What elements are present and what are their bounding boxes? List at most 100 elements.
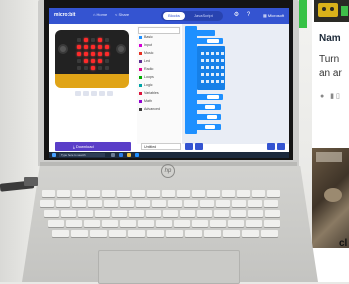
edge-icon[interactable] — [119, 153, 123, 157]
led-grid-cell[interactable] — [216, 66, 219, 69]
simulator-button-a[interactable] — [58, 44, 68, 54]
led-grid-cell[interactable] — [211, 52, 214, 55]
led-grid-cell[interactable] — [221, 66, 224, 69]
file-explorer-icon[interactable] — [127, 153, 131, 157]
keyboard-key — [136, 200, 150, 207]
taskbar-search-input[interactable]: Type here to search — [59, 153, 105, 157]
toolbox-item-variables[interactable]: Variables — [139, 91, 159, 96]
simulator-button-b[interactable] — [116, 44, 126, 54]
keyboard-key — [102, 190, 115, 197]
led-grid-cell[interactable] — [216, 73, 219, 76]
undo-button[interactable] — [185, 143, 193, 150]
project-name-input[interactable]: Untitled — [141, 143, 181, 150]
show-icon-block-2[interactable] — [185, 124, 221, 130]
zoom-out-button[interactable] — [267, 143, 275, 150]
keyboard-key — [248, 210, 263, 217]
toolbox-item-advanced[interactable]: Advanced — [139, 107, 160, 112]
led — [84, 45, 88, 49]
redo-button[interactable] — [195, 143, 203, 150]
led-grid-cell[interactable] — [216, 59, 219, 62]
led-grid-cell[interactable] — [201, 52, 204, 55]
toolbox-item-label: Led — [144, 59, 150, 63]
start-icon[interactable] — [52, 153, 56, 157]
led — [98, 45, 102, 49]
led-grid-cell[interactable] — [211, 80, 214, 83]
sim-mute-button[interactable] — [99, 91, 105, 96]
led-grid-cell[interactable] — [211, 73, 214, 76]
microsoft-label: Microsoft — [267, 13, 285, 18]
led-grid-cell[interactable] — [206, 73, 209, 76]
task-view-icon[interactable] — [111, 153, 115, 157]
sim-stop-button[interactable] — [75, 91, 81, 96]
toolbox-search-input[interactable] — [138, 27, 180, 34]
led-grid-cell[interactable] — [221, 59, 224, 62]
keyboard-key — [197, 210, 212, 217]
keyboard-key — [40, 200, 54, 207]
sim-slowmo-button[interactable] — [91, 91, 97, 96]
led-grid-cell[interactable] — [201, 59, 204, 62]
toolbox-item-label: Logic — [144, 83, 153, 87]
toolbox-item-input[interactable]: Input — [139, 43, 152, 48]
toolbox-item-radio[interactable]: Radio — [139, 67, 153, 72]
led-grid-cell[interactable] — [221, 73, 224, 76]
show-leds-block[interactable] — [185, 30, 215, 36]
pause-value-field-1[interactable] — [207, 39, 219, 43]
toolbox-item-math[interactable]: Math — [139, 99, 152, 104]
led — [105, 45, 109, 49]
toolbox-item-loops[interactable]: Loops — [139, 75, 154, 80]
led — [98, 52, 102, 56]
toolbox-item-music[interactable]: Music — [139, 51, 153, 56]
key-row — [42, 190, 280, 197]
led — [91, 52, 95, 56]
led-grid-cell[interactable] — [221, 80, 224, 83]
keyboard-key — [200, 200, 214, 207]
sim-fullscreen-button[interactable] — [107, 91, 113, 96]
javascript-mode-button[interactable]: JavaScript — [194, 12, 213, 20]
icon-dropdown-2[interactable] — [205, 125, 215, 129]
usb-plug — [24, 177, 38, 186]
pause-value-field-2[interactable] — [207, 95, 219, 99]
led — [91, 59, 95, 63]
microbit-logo[interactable]: micro:bit — [54, 12, 75, 18]
sim-restart-button[interactable] — [83, 91, 89, 96]
green-accent — [341, 6, 348, 16]
led-grid-cell[interactable] — [211, 59, 214, 62]
microsoft-account[interactable]: ▦ Microsoft — [263, 13, 284, 18]
led-grid-cell[interactable] — [216, 52, 219, 55]
toolbox-item-label: Math — [144, 99, 152, 103]
category-color-icon — [139, 107, 142, 111]
category-color-icon — [139, 43, 142, 47]
led-grid-cell[interactable] — [206, 80, 209, 83]
led-grid-cell[interactable] — [221, 52, 224, 55]
led-grid-cell[interactable] — [206, 66, 209, 69]
touchpad — [98, 250, 240, 284]
keyboard-key — [132, 190, 145, 197]
toolbox-item-led[interactable]: Led — [139, 59, 150, 64]
toolbox-item-logic[interactable]: Logic — [139, 83, 153, 88]
led-grid-cell[interactable] — [201, 66, 204, 69]
led-grid-cell[interactable] — [201, 73, 204, 76]
pause-value-field-3[interactable] — [207, 115, 217, 119]
share-nav[interactable]: < Share — [115, 12, 129, 17]
hp-logo: hp — [161, 164, 175, 178]
icon-dropdown[interactable] — [205, 105, 215, 109]
show-icon-block[interactable] — [185, 104, 221, 110]
led — [98, 59, 102, 63]
keyboard-key — [162, 190, 175, 197]
led — [105, 52, 109, 56]
led-grid-cell[interactable] — [201, 80, 204, 83]
zoom-in-button[interactable] — [277, 143, 285, 150]
led — [105, 38, 109, 42]
keyboard-key — [168, 200, 182, 207]
help-icon[interactable]: ? — [245, 12, 252, 19]
key-row — [40, 200, 278, 207]
led-grid-cell[interactable] — [206, 59, 209, 62]
led-grid-cell[interactable] — [206, 52, 209, 55]
toolbox-item-basic[interactable]: Basic — [139, 35, 153, 40]
led-grid-cell[interactable] — [216, 80, 219, 83]
store-icon[interactable] — [135, 153, 139, 157]
led-grid-cell[interactable] — [211, 66, 214, 69]
blocks-mode-button[interactable]: Blocks — [163, 12, 185, 20]
home-nav[interactable]: ⌂ Home — [93, 12, 107, 17]
settings-icon[interactable]: ⚙ — [233, 12, 240, 19]
